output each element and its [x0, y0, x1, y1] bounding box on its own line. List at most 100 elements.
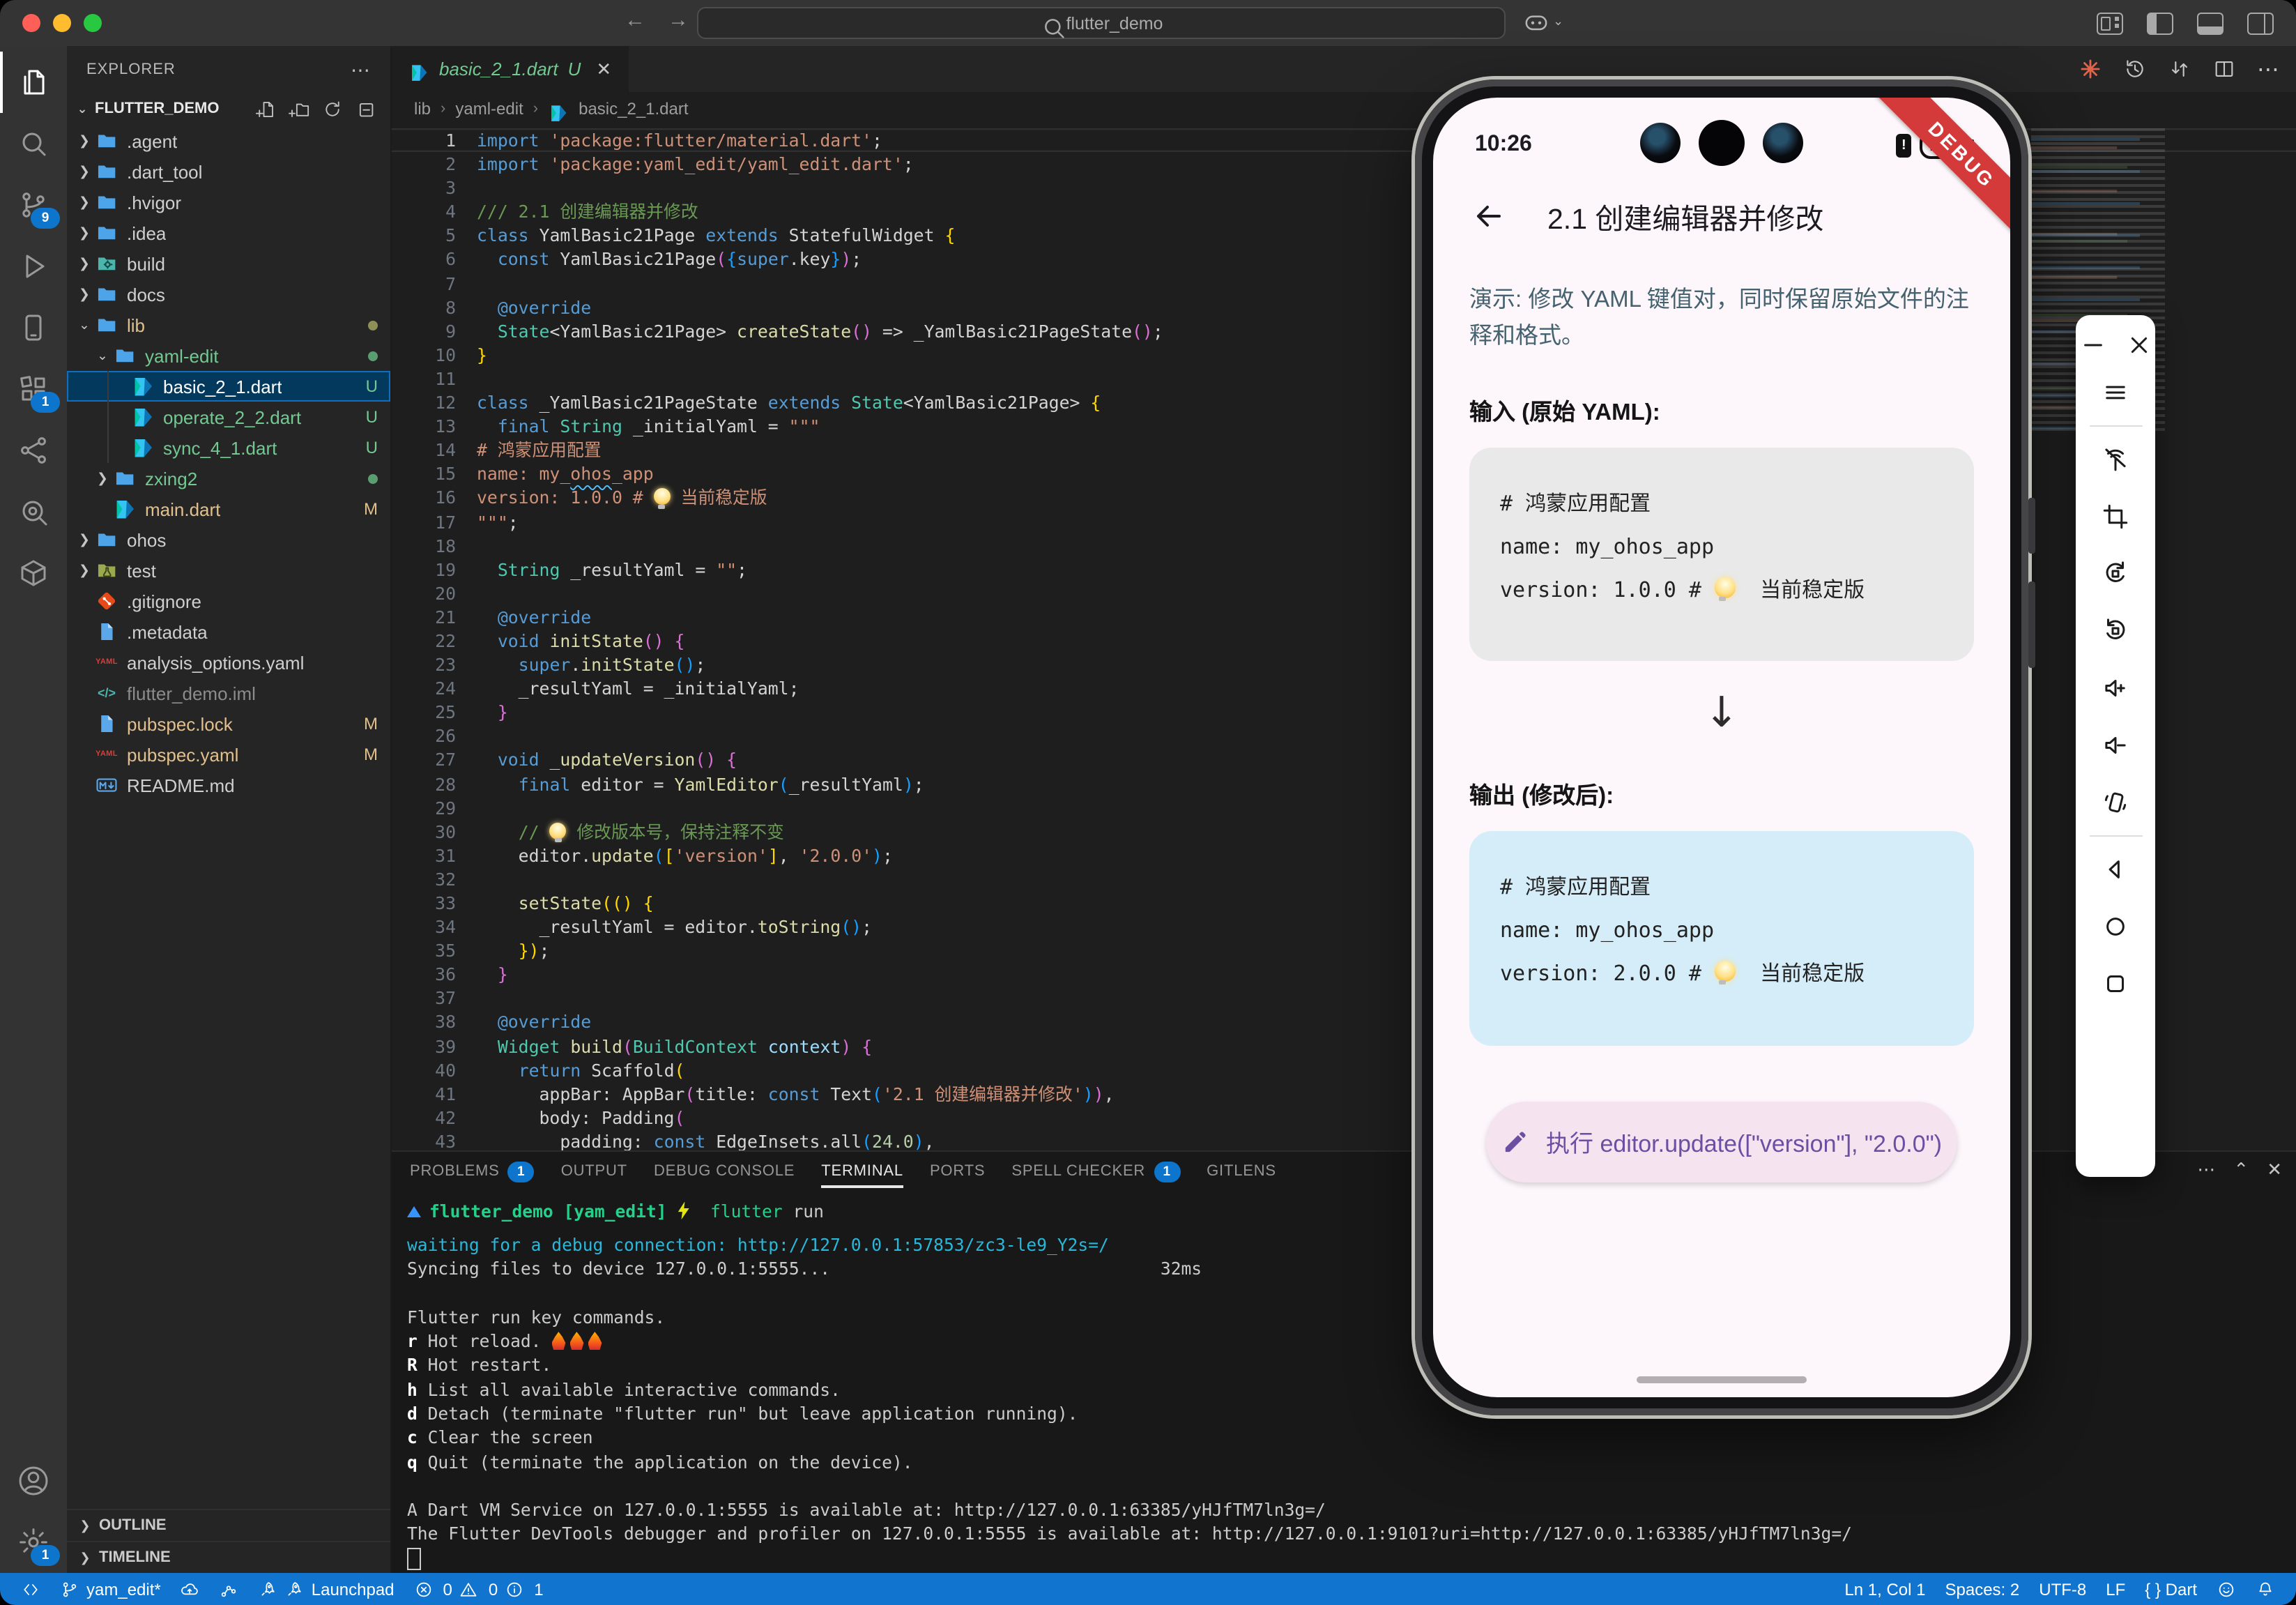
tree-item-lib[interactable]: ⌄ lib — [67, 310, 390, 340]
tree-item-operate_2_2.dart[interactable]: operate_2_2.dart U — [67, 402, 390, 432]
panel-tab-spell-checker[interactable]: SPELL CHECKER 1 — [1011, 1151, 1181, 1192]
status-git-branch[interactable]: yam_edit* — [50, 1579, 171, 1599]
activity-search[interactable] — [0, 113, 67, 174]
nav-recents-button[interactable] — [2101, 955, 2130, 1012]
tree-item-pubspec.yaml[interactable]: YAML pubspec.yaml M — [67, 739, 390, 770]
tree-item-basic_2_1.dart[interactable]: basic_2_1.dart U — [67, 371, 390, 402]
tree-item-README.md[interactable]: README.md — [67, 770, 390, 800]
tree-item-.gitignore[interactable]: .gitignore — [67, 586, 390, 616]
tree-item-sync_4_1.dart[interactable]: sync_4_1.dart U — [67, 432, 390, 463]
breadcrumb-item[interactable]: yaml-edit — [455, 99, 523, 119]
nav-back-button[interactable] — [2101, 841, 2130, 898]
breadcrumb-item[interactable]: lib — [414, 99, 431, 119]
panel-tab-problems[interactable]: PROBLEMS 1 — [410, 1151, 535, 1192]
rotate-left-button[interactable] — [2101, 545, 2130, 602]
status-cloud-sync[interactable] — [171, 1579, 210, 1599]
panel-tab-debug-console[interactable]: DEBUG CONSOLE — [654, 1151, 795, 1192]
history-back-button[interactable]: ← — [625, 8, 645, 32]
signal-toggle[interactable] — [2101, 431, 2130, 488]
new-file-icon[interactable] — [255, 98, 276, 119]
section-outline[interactable]: ❯ OUTLINE — [67, 1509, 390, 1541]
status-problems[interactable]: 001 — [404, 1579, 553, 1599]
refresh-icon[interactable] — [322, 98, 343, 119]
status-cursor-position[interactable]: Ln 1, Col 1 — [1835, 1579, 1935, 1599]
hot-reload-icon[interactable] — [2079, 57, 2102, 81]
copilot-icon[interactable] — [1522, 8, 1549, 35]
minimize-window-button[interactable] — [53, 14, 71, 32]
split-editor-icon[interactable] — [2212, 57, 2236, 81]
section-timeline[interactable]: ❯ TIMELINE — [67, 1541, 390, 1573]
panel-more-icon[interactable]: ⋯ — [2197, 1158, 2215, 1180]
panel-tab-gitlens[interactable]: GITLENS — [1207, 1151, 1276, 1192]
tree-item-.agent[interactable]: ❯ .agent — [67, 125, 390, 156]
rotate-right-button[interactable] — [2101, 602, 2130, 660]
volume-up-button[interactable] — [2101, 660, 2130, 717]
screenshot-button[interactable] — [2101, 488, 2130, 545]
toggle-sidebar-button[interactable] — [2147, 13, 2173, 35]
activity-containers[interactable] — [0, 542, 67, 604]
tree-item-.dart_tool[interactable]: ❯ .dart_tool — [67, 156, 390, 187]
status-indentation[interactable]: Spaces: 2 — [1936, 1579, 2030, 1599]
menu-button[interactable] — [2101, 364, 2130, 421]
tree-item-yaml-edit[interactable]: ⌄ yaml-edit — [67, 340, 390, 371]
panel-tab-terminal[interactable]: TERMINAL — [821, 1151, 903, 1192]
tab-basic_2_1[interactable]: basic_2_1.dart U ✕ — [392, 46, 630, 92]
status-language-mode[interactable]: { } Dart — [2135, 1579, 2207, 1599]
nav-home-button[interactable] — [2101, 898, 2130, 955]
close-tab-icon[interactable]: ✕ — [596, 58, 611, 80]
status-launchpad[interactable]: Launchpad — [249, 1579, 404, 1599]
tree-item-main.dart[interactable]: main.dart M — [67, 494, 390, 524]
panel-close-icon[interactable]: ✕ — [2267, 1158, 2282, 1180]
minimize-button[interactable] — [2078, 330, 2107, 359]
status-graph[interactable] — [210, 1579, 249, 1599]
zoom-window-button[interactable] — [84, 14, 102, 32]
customize-layout-button[interactable] — [2097, 13, 2123, 35]
toggle-secondary-sidebar-button[interactable] — [2247, 13, 2274, 35]
back-arrow-icon[interactable] — [1472, 199, 1506, 233]
tree-item-analysis_options.yaml[interactable]: YAML analysis_options.yaml — [67, 647, 390, 678]
activity-run-debug[interactable] — [0, 236, 67, 297]
project-root-row[interactable]: ⌄ FLUTTER_DEMO — [67, 93, 390, 124]
activity-source-control[interactable]: 9 — [0, 174, 67, 236]
activity-network[interactable] — [0, 420, 67, 481]
tree-item-.hvigor[interactable]: ❯ .hvigor — [67, 187, 390, 218]
status-encoding[interactable]: UTF-8 — [2029, 1579, 2096, 1599]
panel-maximize-icon[interactable]: ⌃ — [2233, 1158, 2249, 1180]
command-center-search[interactable]: flutter_demo — [697, 7, 1506, 39]
close-window-button[interactable] — [22, 14, 40, 32]
execute-update-button[interactable]: 执行 editor.update(["version"], "2.0.0") — [1486, 1101, 1957, 1182]
status-eol[interactable]: LF — [2096, 1579, 2135, 1599]
status-notifications[interactable] — [2246, 1579, 2285, 1599]
activity-inspect[interactable] — [0, 481, 67, 542]
tree-item-ohos[interactable]: ❯ ohos — [67, 524, 390, 555]
activity-settings[interactable]: 1 — [0, 1512, 67, 1573]
panel-tab-output[interactable]: OUTPUT — [561, 1151, 627, 1192]
activity-device-preview[interactable] — [0, 297, 67, 358]
home-indicator[interactable] — [1637, 1376, 1807, 1383]
activity-extensions[interactable]: 1 — [0, 358, 67, 420]
panel-tab-ports[interactable]: PORTS — [930, 1151, 985, 1192]
chevron-down-icon[interactable]: ⌄ — [1553, 14, 1563, 29]
history-forward-button[interactable]: → — [668, 8, 689, 32]
compare-changes-icon[interactable] — [2168, 57, 2191, 81]
history-icon[interactable] — [2123, 57, 2147, 81]
activity-explorer[interactable] — [0, 52, 67, 113]
tree-item-build[interactable]: ❯ build — [67, 248, 390, 279]
shake-button[interactable] — [2101, 774, 2130, 831]
status-remote[interactable] — [11, 1579, 50, 1599]
tree-item-pubspec.lock[interactable]: pubspec.lock M — [67, 708, 390, 739]
volume-down-button[interactable] — [2101, 717, 2130, 774]
toggle-panel-button[interactable] — [2197, 13, 2224, 35]
activity-account[interactable] — [0, 1450, 67, 1512]
tree-item-test[interactable]: ❯ test — [67, 555, 390, 586]
tree-item-.metadata[interactable]: .metadata — [67, 616, 390, 647]
more-actions-icon[interactable]: ⋯ — [2257, 55, 2279, 83]
collapse-all-icon[interactable] — [355, 98, 376, 119]
explorer-more-actions-icon[interactable]: ⋯ — [351, 58, 371, 82]
tree-item-zxing2[interactable]: ❯ zxing2 — [67, 463, 390, 494]
tree-item-flutter_demo.iml[interactable]: </> flutter_demo.iml — [67, 678, 390, 708]
close-button[interactable] — [2124, 330, 2153, 359]
tree-item-.idea[interactable]: ❯ .idea — [67, 218, 390, 248]
tree-item-docs[interactable]: ❯ docs — [67, 279, 390, 310]
new-folder-icon[interactable] — [289, 98, 309, 119]
